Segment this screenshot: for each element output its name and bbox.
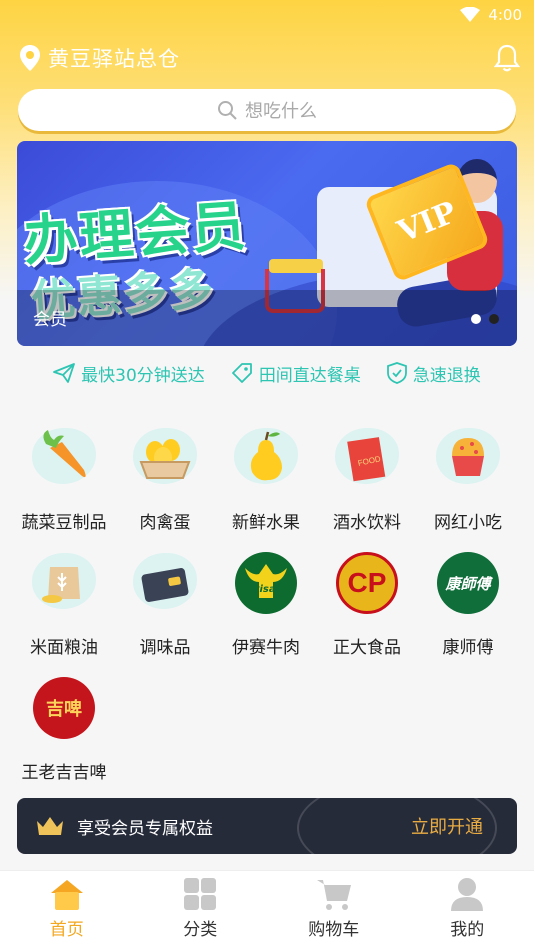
category-cp-foods[interactable]: CP 正大食品 (317, 543, 417, 663)
category-label: 蔬菜豆制品 (21, 513, 107, 533)
category-fruits[interactable]: 新鲜水果 (216, 418, 316, 538)
search-icon (218, 101, 237, 120)
cart-icon (316, 880, 351, 910)
location-label: 黄豆驿站总仓 (48, 47, 180, 71)
bottom-tab-bar: 首页 分类 购物车 我的 (0, 870, 534, 949)
carrot-icon (43, 430, 86, 478)
location-selector[interactable]: 黄豆驿站总仓 (20, 40, 520, 76)
service-features: 最快30分钟送达 田间直达餐桌 急速退换 (0, 356, 534, 390)
category-label: 肉禽蛋 (139, 513, 191, 533)
category-grains-oils[interactable]: 米面粮油 (14, 543, 114, 663)
jipi-logo: 吉啤 (33, 677, 95, 739)
category-label: 网红小吃 (434, 513, 502, 533)
category-label: 调味品 (139, 638, 191, 658)
vip-membership-bar[interactable]: 享受会员专属权益 立即开通 (17, 798, 517, 854)
category-label: 康师傅 (442, 638, 494, 658)
tab-label: 分类 (183, 920, 218, 940)
location-pin-icon (20, 45, 40, 71)
pear-icon (250, 431, 282, 481)
tag-icon (231, 363, 252, 383)
category-meat-eggs[interactable]: 肉禽蛋 (115, 418, 215, 538)
status-time: 4:00 (488, 6, 522, 24)
category-snacks[interactable]: 网红小吃 (418, 418, 518, 538)
grain-sack-icon (42, 567, 80, 603)
yisai-logo: yisai (235, 552, 297, 614)
category-kangshifu[interactable]: 康師傅 康师傅 (418, 543, 518, 663)
tab-label: 首页 (49, 920, 84, 940)
category-label: 王老吉吉啤 (21, 763, 107, 783)
category-label: 米面粮油 (30, 638, 98, 658)
kangshifu-logo: 康師傅 (437, 552, 499, 614)
yisai-logo-text: yisai (252, 583, 280, 595)
banner-dot-active[interactable] (489, 314, 499, 324)
category-wanglaoji-beer[interactable]: 吉啤 王老吉吉啤 (14, 668, 114, 788)
category-drinks[interactable]: FOOD 酒水饮料 (317, 418, 417, 538)
category-yisai-beef[interactable]: yisai 伊赛牛肉 (216, 543, 316, 663)
category-label: 酒水饮料 (333, 513, 401, 533)
promo-banner[interactable]: VIP 办理会员 优惠多多 会员 (17, 141, 517, 346)
category-condiments[interactable]: 调味品 (115, 543, 215, 663)
search-bar[interactable]: 想吃什么 (18, 89, 516, 131)
feature-farm-direct: 田间直达餐桌 (231, 361, 361, 386)
feature-label: 田间直达餐桌 (258, 365, 361, 386)
bell-icon[interactable] (494, 44, 520, 72)
feature-label: 急速退换 (412, 365, 481, 386)
cp-logo-text: CP (347, 567, 387, 598)
feature-fast-delivery: 最快30分钟送达 (53, 361, 205, 386)
banner-caption: 会员 (33, 310, 67, 330)
shield-check-icon (386, 362, 407, 384)
category-label: 伊赛牛肉 (232, 638, 300, 658)
vip-activate-button[interactable]: 立即开通 (411, 813, 483, 839)
tab-cart[interactable]: 购物车 (267, 871, 401, 949)
wallet-icon (141, 568, 189, 602)
crown-icon (37, 817, 63, 835)
banner-caption-strip (17, 290, 517, 346)
cupcake-icon (452, 438, 484, 476)
snack-bag-icon: FOOD (347, 437, 386, 482)
category-label: 正大食品 (333, 638, 401, 658)
home-icon (50, 880, 83, 910)
jipi-logo-text: 吉啤 (46, 699, 82, 720)
tab-label: 购物车 (308, 920, 360, 940)
category-grid-icon (184, 878, 217, 910)
tab-home[interactable]: 首页 (0, 871, 134, 949)
banner-pagination (471, 314, 499, 324)
feature-label: 最快30分钟送达 (81, 365, 205, 386)
kangshifu-logo-text: 康師傅 (445, 574, 491, 593)
tab-label: 我的 (450, 920, 485, 940)
banner-dot[interactable] (471, 314, 481, 324)
user-icon (451, 878, 484, 911)
category-label: 新鲜水果 (232, 513, 300, 533)
eggs-icon (139, 439, 191, 479)
status-bar: 4:00 (0, 0, 534, 30)
tab-profile[interactable]: 我的 (401, 871, 534, 949)
feature-quick-return: 急速退换 (386, 361, 481, 386)
cp-logo: CP (336, 552, 398, 614)
search-placeholder: 想吃什么 (245, 101, 317, 122)
wifi-icon (460, 7, 481, 22)
vip-bar-text: 享受会员专属权益 (77, 818, 213, 839)
paper-plane-icon (53, 363, 76, 383)
vip-card-text: VIP (392, 194, 462, 250)
category-vegetables[interactable]: 蔬菜豆制品 (14, 418, 114, 538)
tab-category[interactable]: 分类 (134, 871, 268, 949)
